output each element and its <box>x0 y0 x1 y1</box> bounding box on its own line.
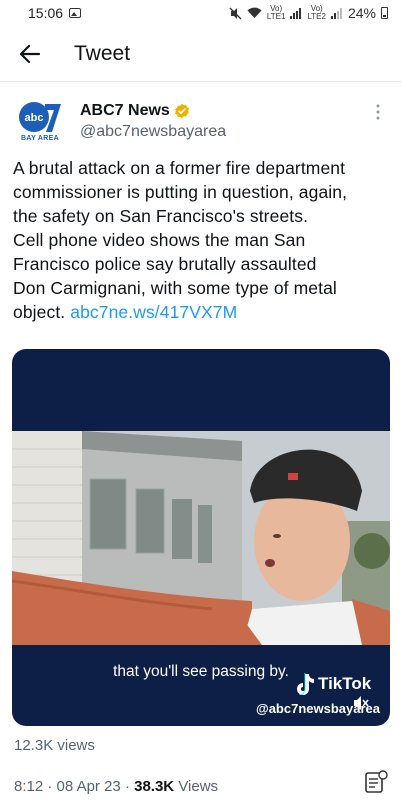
tiktok-label: TikTok <box>318 674 372 693</box>
signal-1-icon <box>290 7 302 19</box>
handle[interactable]: @abc7newsbayarea <box>80 123 226 141</box>
gallery-notification-icon <box>69 8 82 18</box>
status-right: Vo) LTE1 Vo) LTE2 24% <box>229 5 388 21</box>
tweet-link[interactable]: abc7ne.ws/417VX7M <box>70 302 237 322</box>
display-name-row: ABC7 News <box>80 100 226 122</box>
battery-icon <box>381 7 388 19</box>
verified-badge-icon <box>174 103 190 119</box>
video-mute-icon[interactable] <box>352 695 370 716</box>
app-header: Tweet <box>0 26 402 82</box>
back-button[interactable] <box>0 26 60 82</box>
tweet-text-line: Cell phone video shows the man San <box>13 230 306 250</box>
avatar[interactable]: abc BAY AREA <box>14 100 66 148</box>
display-name[interactable]: ABC7 News <box>80 102 170 120</box>
tweet-video[interactable]: that you'll see passing by. TikTok @abc7… <box>12 349 390 726</box>
arrow-left-icon <box>19 44 41 63</box>
avatar-caption: BAY AREA <box>21 135 59 142</box>
tweet-author-row: abc BAY AREA ABC7 News @abc7newsbayarea <box>14 100 390 150</box>
user-block: ABC7 News @abc7newsbayarea <box>80 100 226 141</box>
tiktok-watermark: TikTok <box>294 673 371 695</box>
tweet-text-line: Francisco police say brutally assaulted <box>13 254 317 274</box>
tweet-text-line-last: object. abc7ne.ws/417VX7M <box>13 300 392 324</box>
compose-icon[interactable] <box>364 770 388 799</box>
lte1-label: Vo) LTE1 <box>266 4 286 21</box>
tweet-date: 08 Apr 23 <box>56 778 121 795</box>
svg-text:abc: abc <box>25 112 44 124</box>
tweet-text-line: the safety on San Francisco's streets. <box>13 206 309 226</box>
signal-2-icon <box>330 7 342 19</box>
tweet-meta: 8:12 · 08 Apr 23 · 38.3K Views <box>14 778 219 795</box>
more-vertical-icon <box>376 104 380 120</box>
lte2-label: Vo) LTE2 <box>307 4 326 21</box>
wifi-icon <box>247 7 262 19</box>
tweet-text: A brutal attack on a former fire departm… <box>13 156 392 324</box>
status-bar: 15:06 Vo) LTE1 Vo) LTE2 24% <box>0 0 402 26</box>
tiktok-icon <box>297 673 314 695</box>
tweet-text-line: A brutal attack on a former fire departm… <box>13 158 346 178</box>
page-title: Tweet <box>74 41 131 65</box>
video-frame <box>12 431 390 645</box>
status-time: 15:06 <box>28 5 64 21</box>
tweet-text-line: Don Carmignani, with some type of metal <box>13 278 337 298</box>
mute-status-icon <box>229 7 242 19</box>
tweet-text-prefix: object. <box>13 302 71 322</box>
tweet-time: 8:12 <box>14 778 44 795</box>
abc7-logo: abc <box>17 100 63 134</box>
more-options-button[interactable] <box>366 100 390 124</box>
tweet-views-count: 38.3K <box>134 778 175 795</box>
video-views: 12.3K views <box>14 737 95 754</box>
tweet-views-label: Views <box>178 778 219 795</box>
tweet-text-line: commissioner is putting in question, aga… <box>13 182 348 202</box>
battery-percent: 24% <box>347 5 376 21</box>
